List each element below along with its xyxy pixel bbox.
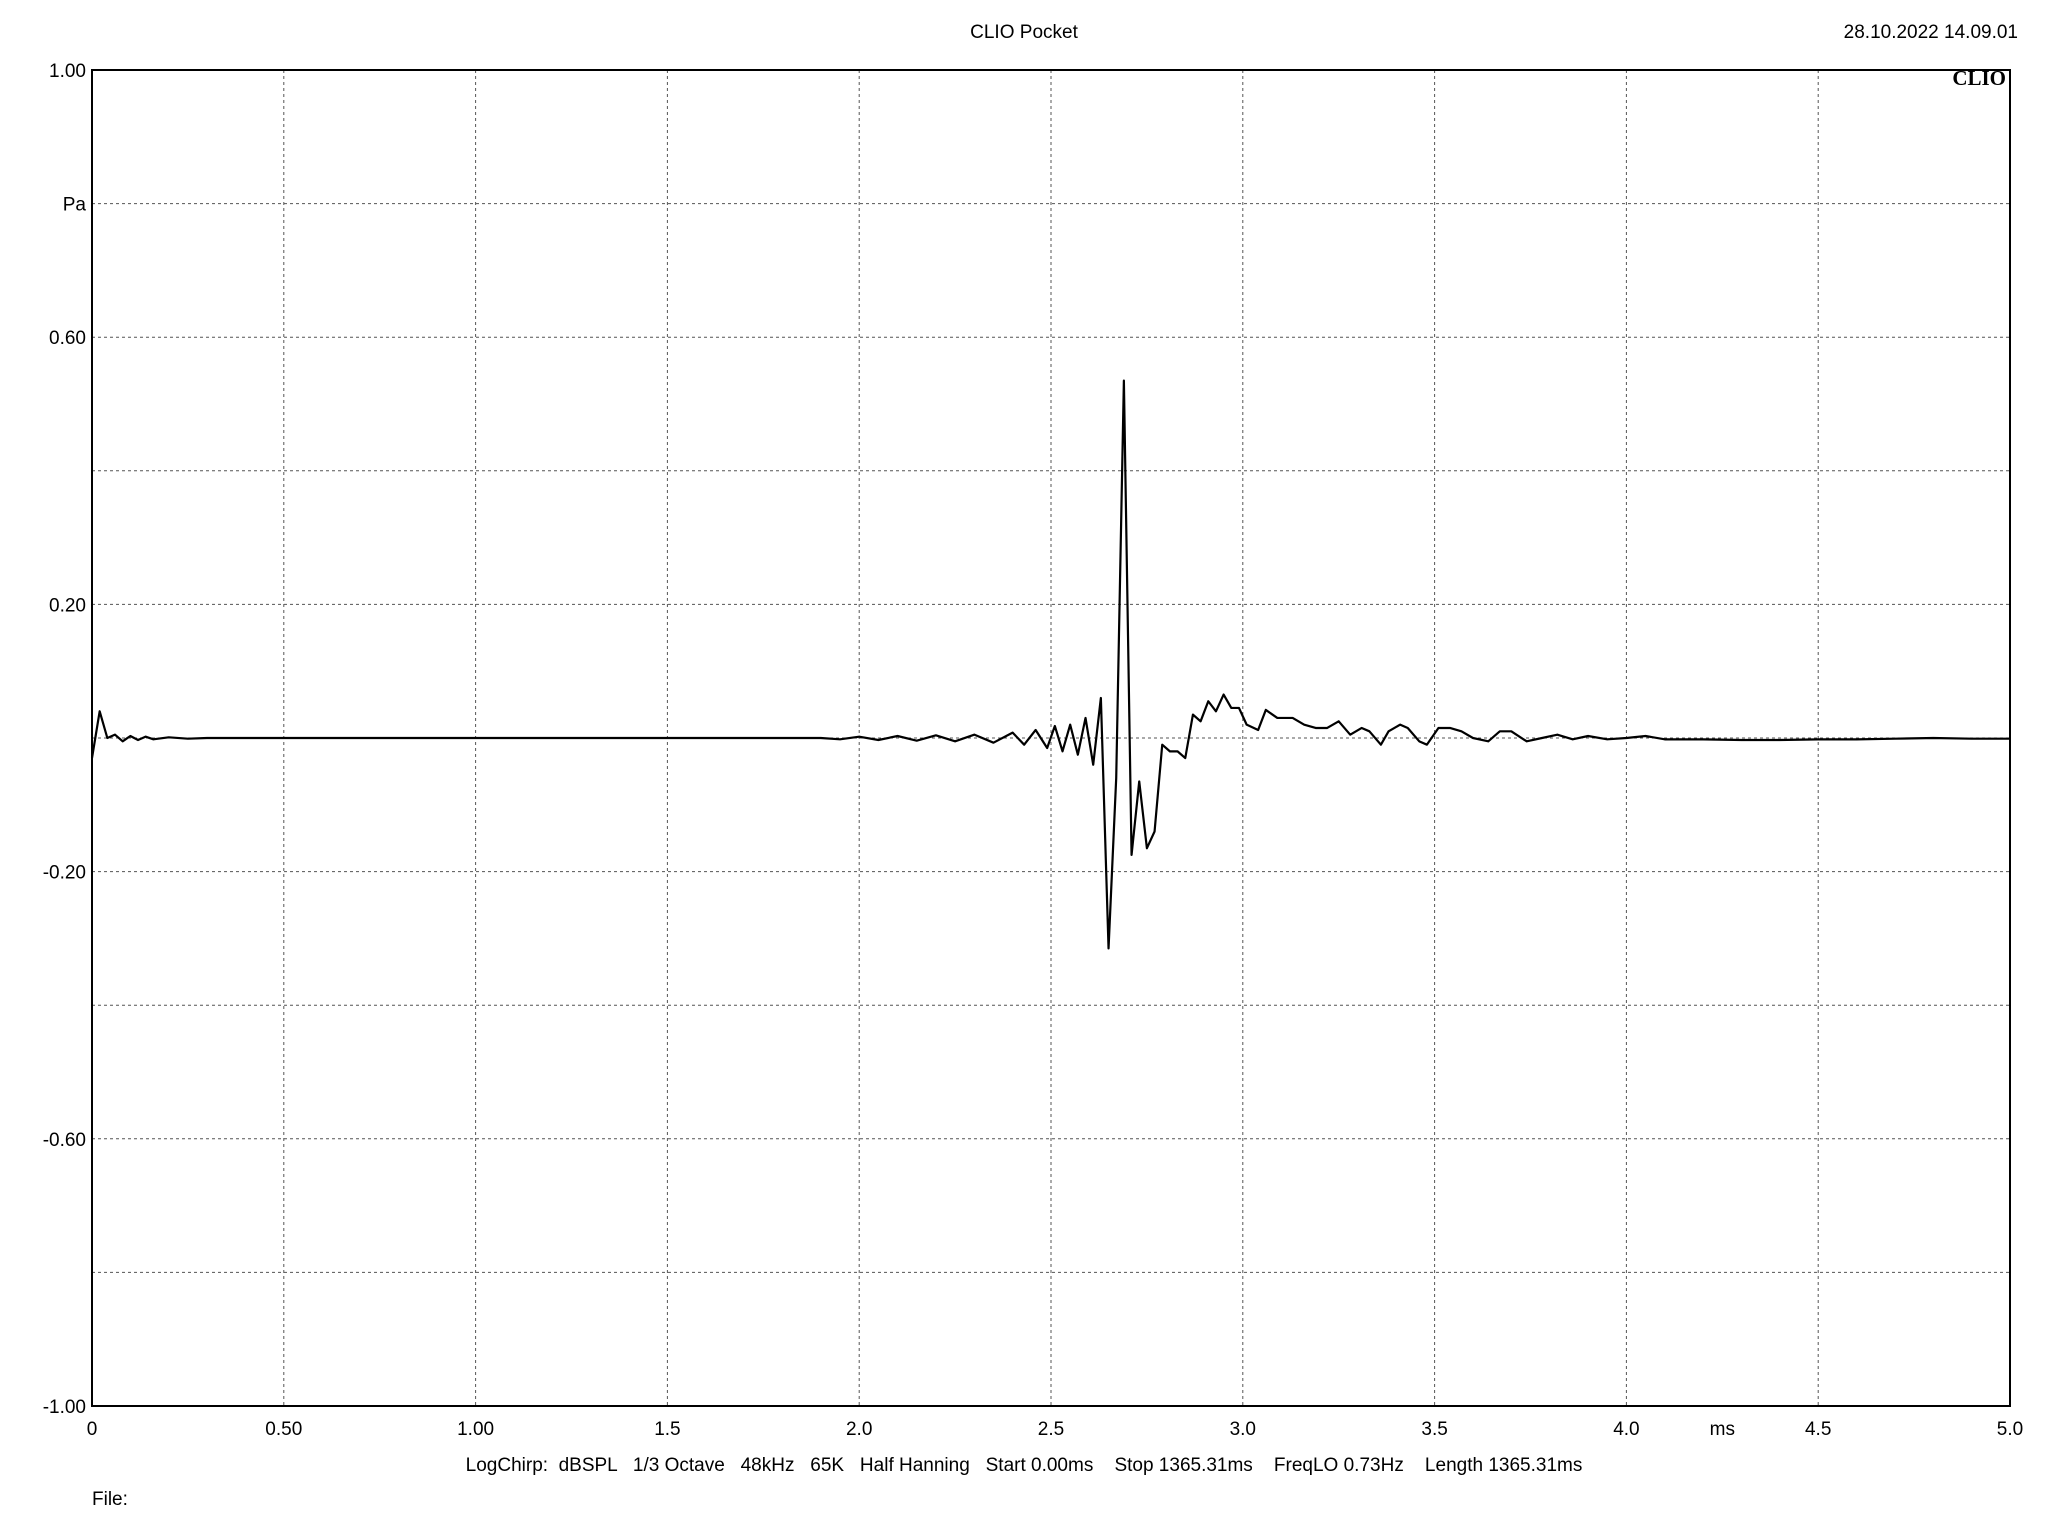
x-tick-label: 0: [87, 1419, 98, 1440]
y-axis-unit-label: Pa: [63, 195, 87, 216]
chart-background: [0, 0, 2048, 1536]
y-tick-label: -0.20: [43, 863, 86, 884]
x-tick-label: 4.0: [1613, 1419, 1639, 1440]
y-tick-label: 0.20: [49, 595, 86, 616]
impulse-response-chart: 0 0.50 1.00 1.5 2.0 2.5 3.0 3.5 4.0 4.5 5.0 1.00 0.…: [0, 0, 2048, 1536]
x-tick-label: 2.5: [1038, 1419, 1064, 1440]
chart-title: CLIO Pocket: [970, 22, 1078, 43]
x-tick-label: 4.5: [1805, 1419, 1831, 1440]
measurement-settings-line: LogChirp: dBSPL 1/3 Octave 48kHz 65K Hal…: [465, 1455, 1583, 1476]
y-tick-label: 1.00: [49, 61, 86, 82]
x-axis-unit-label: ms: [1710, 1419, 1735, 1440]
clio-brand-logo: CLIO: [1952, 66, 2006, 90]
x-tick-label: 2.0: [846, 1419, 872, 1440]
y-tick-label: -0.60: [43, 1130, 86, 1151]
measurement-timestamp: 28.10.2022 14.09.01: [1843, 22, 2018, 43]
x-tick-label: 3.0: [1230, 1419, 1256, 1440]
x-tick-label: 1.00: [457, 1419, 494, 1440]
file-label: File:: [92, 1489, 128, 1510]
x-tick-label: 1.5: [654, 1419, 680, 1440]
x-tick-label: 3.5: [1421, 1419, 1447, 1440]
x-tick-label: 5.0: [1997, 1419, 2023, 1440]
y-tick-label: -1.00: [43, 1397, 86, 1418]
y-tick-label: 0.60: [49, 328, 86, 349]
x-tick-label: 0.50: [265, 1419, 302, 1440]
